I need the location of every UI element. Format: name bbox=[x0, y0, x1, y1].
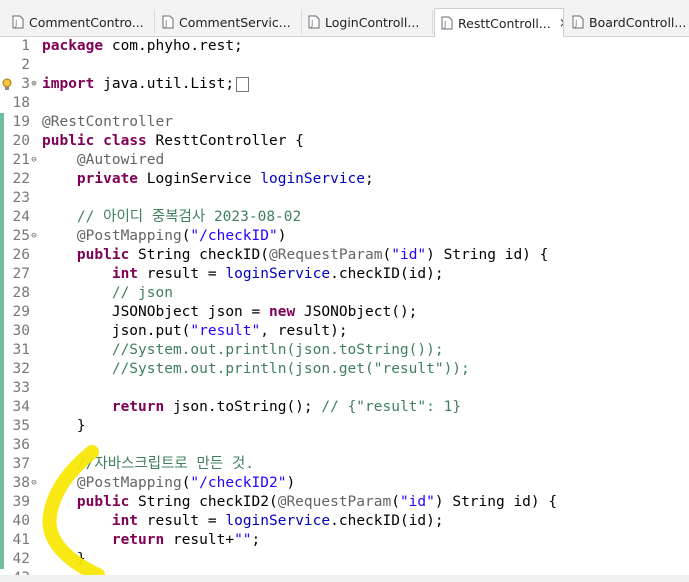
highlighter-mark bbox=[42, 445, 105, 582]
horizontal-scrollbar[interactable] bbox=[0, 575, 689, 582]
